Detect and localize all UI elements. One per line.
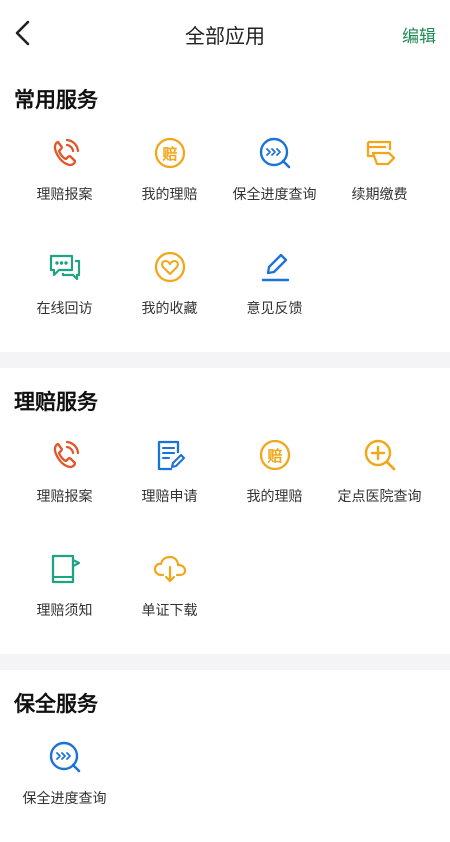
service-item-label: 续期缴费 [351,187,408,203]
service-item-label: 意见反馈 [246,301,303,317]
section-title: 保全服务 [14,692,98,716]
top-bar: 全部应用 编辑 [0,0,450,66]
service-grid: 理赔报案赔我的理赔 保全进度查询 续期缴费 在线回访 我的收藏 意见反馈 [0,120,450,352]
phone-icon [46,436,84,474]
service-item[interactable]: 我的收藏 [117,238,222,352]
pen-icon [256,248,294,286]
progress-search-icon [256,134,294,172]
service-grid: 理赔报案 理赔申请赔我的理赔 定点医院查询 理赔须知 单证下载 [0,422,450,654]
service-item-label: 单证下载 [141,603,198,619]
notice-book-icon [46,550,84,588]
service-item-label: 理赔报案 [36,489,93,505]
phone-icon [46,134,84,172]
heart-icon [151,248,189,286]
section-divider [0,654,450,670]
section-title: 理赔服务 [14,390,98,414]
service-item[interactable]: 定点医院查询 [327,426,432,540]
service-item-label: 在线回访 [36,301,93,317]
service-item[interactable]: 单证下载 [117,540,222,654]
service-item-label: 理赔报案 [36,187,93,203]
section-divider [0,352,450,368]
service-item-label: 保全进度查询 [22,791,107,807]
service-item[interactable]: 赔我的理赔 [117,124,222,238]
service-item[interactable]: 赔我的理赔 [222,426,327,540]
cloud-download-icon [151,550,189,588]
page-title: 全部应用 [185,24,265,48]
service-item[interactable]: 保全进度查询 [222,124,327,238]
service-item[interactable]: 理赔报案 [12,124,117,238]
service-item-label: 我的收藏 [141,301,198,317]
service-item[interactable]: 理赔申请 [117,426,222,540]
service-item[interactable]: 理赔须知 [12,540,117,654]
chat-icon [46,248,84,286]
service-item[interactable]: 在线回访 [12,238,117,352]
section-title: 常用服务 [14,88,98,112]
service-section: 保全服务保全进度查询 [0,670,450,842]
edit-button[interactable]: 编辑 [402,22,436,47]
payment-icon [361,134,399,172]
svg-text:赔: 赔 [267,447,282,465]
service-item-label: 我的理赔 [141,187,198,203]
document-edit-icon [151,436,189,474]
service-item-label: 保全进度查询 [232,187,317,203]
service-grid: 保全进度查询 [0,724,450,842]
service-item-label: 理赔申请 [141,489,198,505]
service-section: 理赔服务 理赔报案 理赔申请赔我的理赔 定点医院查询 理赔须知 单证下载 [0,368,450,654]
service-item-label: 定点医院查询 [337,489,422,505]
service-item[interactable]: 续期缴费 [327,124,432,238]
app-list: 常用服务 理赔报案赔我的理赔 保全进度查询 续期缴费 在线回访 我的收藏 意见反馈 理赔服务理… [0,66,450,842]
hospital-search-icon [361,436,399,474]
service-item-label: 我的理赔 [246,489,303,505]
claim-coin-icon: 赔 [256,436,294,474]
service-item[interactable]: 保全进度查询 [12,728,117,842]
service-item[interactable]: 意见反馈 [222,238,327,352]
progress-search-icon [46,738,84,776]
claim-coin-icon: 赔 [151,134,189,172]
service-section: 常用服务 理赔报案赔我的理赔 保全进度查询 续期缴费 在线回访 我的收藏 意见反馈 [0,66,450,352]
svg-text:赔: 赔 [162,145,177,163]
service-item-label: 理赔须知 [36,603,93,619]
service-item[interactable]: 理赔报案 [12,426,117,540]
